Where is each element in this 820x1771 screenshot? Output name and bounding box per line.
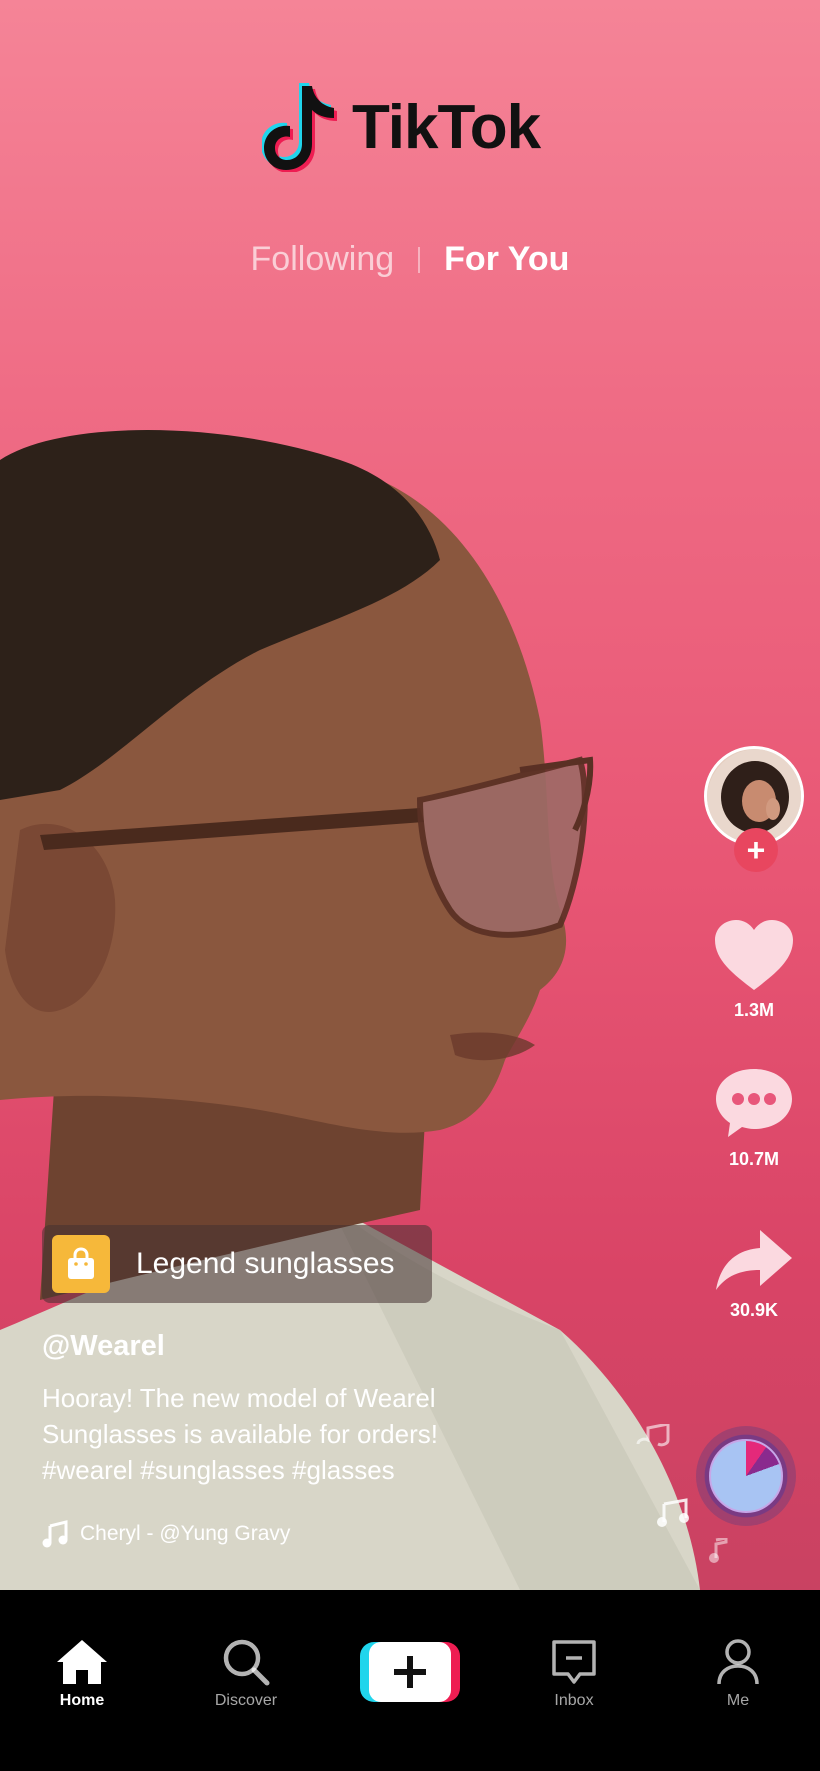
create-button[interactable] <box>360 1642 460 1702</box>
share-icon <box>716 1230 792 1290</box>
search-icon <box>223 1639 270 1686</box>
likes-count: 1.3M <box>733 1000 775 1020</box>
tiktok-logo: TikTok <box>262 82 541 172</box>
tab-following[interactable]: Following <box>241 240 405 279</box>
nav-me-label: Me <box>726 1692 750 1709</box>
plus-icon: + <box>746 832 766 868</box>
music-note-icon <box>636 1424 670 1447</box>
comment-icon <box>716 1069 792 1137</box>
profile-icon <box>717 1639 759 1685</box>
nav-home[interactable]: Home <box>22 1638 142 1710</box>
heart-icon <box>715 920 793 990</box>
bottom-nav: Home Discover Inbox Me <box>0 1590 820 1771</box>
sound-cover <box>709 1439 783 1513</box>
create-icon <box>394 1656 426 1688</box>
nav-me[interactable]: Me <box>678 1638 798 1710</box>
music-note-icon <box>709 1538 728 1563</box>
sound-info[interactable]: Cheryl - @Yung Gravy <box>42 1520 290 1548</box>
shopping-bag-icon <box>52 1235 110 1293</box>
tiktok-screen: TikTok Following For You + 1.3M 10.7M 30… <box>0 0 820 1771</box>
product-name: Legend sunglasses <box>136 1247 395 1280</box>
tiktok-logo-icon <box>262 83 337 172</box>
nav-inbox-label: Inbox <box>554 1692 594 1709</box>
shares-count: 30.9K <box>729 1300 779 1320</box>
music-disc-icon[interactable] <box>696 1426 796 1526</box>
music-note-icon <box>657 1498 689 1527</box>
post-caption: Hooray! The new model of Wearel Sunglass… <box>42 1380 512 1488</box>
like-action[interactable]: 1.3M <box>713 918 795 1021</box>
app-name: TikTok <box>352 92 541 162</box>
caption-hashtags[interactable]: #wearel #sunglasses #glasses <box>42 1452 512 1488</box>
follow-button[interactable]: + <box>734 828 778 872</box>
sound-title: Cheryl - @Yung Gravy <box>80 1522 291 1545</box>
post-username[interactable]: @Wearel <box>42 1330 165 1363</box>
tab-divider <box>418 246 421 273</box>
feed-tabs: Following For You <box>0 240 820 279</box>
action-rail: + 1.3M 10.7M 30.9K <box>704 746 804 1321</box>
nav-inbox[interactable]: Inbox <box>514 1638 634 1710</box>
nav-discover-label: Discover <box>214 1692 278 1709</box>
caption-line: Hooray! The new model of Wearel <box>42 1383 436 1413</box>
comments-count: 10.7M <box>728 1149 780 1169</box>
nav-home-label: Home <box>59 1692 105 1709</box>
share-action[interactable]: 30.9K <box>714 1228 794 1321</box>
inbox-icon <box>552 1640 596 1684</box>
comment-action[interactable]: 10.7M <box>714 1065 794 1170</box>
tab-for-you[interactable]: For You <box>434 240 579 279</box>
product-tag[interactable]: Legend sunglasses <box>42 1225 432 1303</box>
nav-discover[interactable]: Discover <box>186 1638 306 1710</box>
music-note-icon <box>42 1520 68 1548</box>
home-icon <box>57 1640 107 1684</box>
caption-line: Sunglasses is available for orders! <box>42 1419 438 1449</box>
